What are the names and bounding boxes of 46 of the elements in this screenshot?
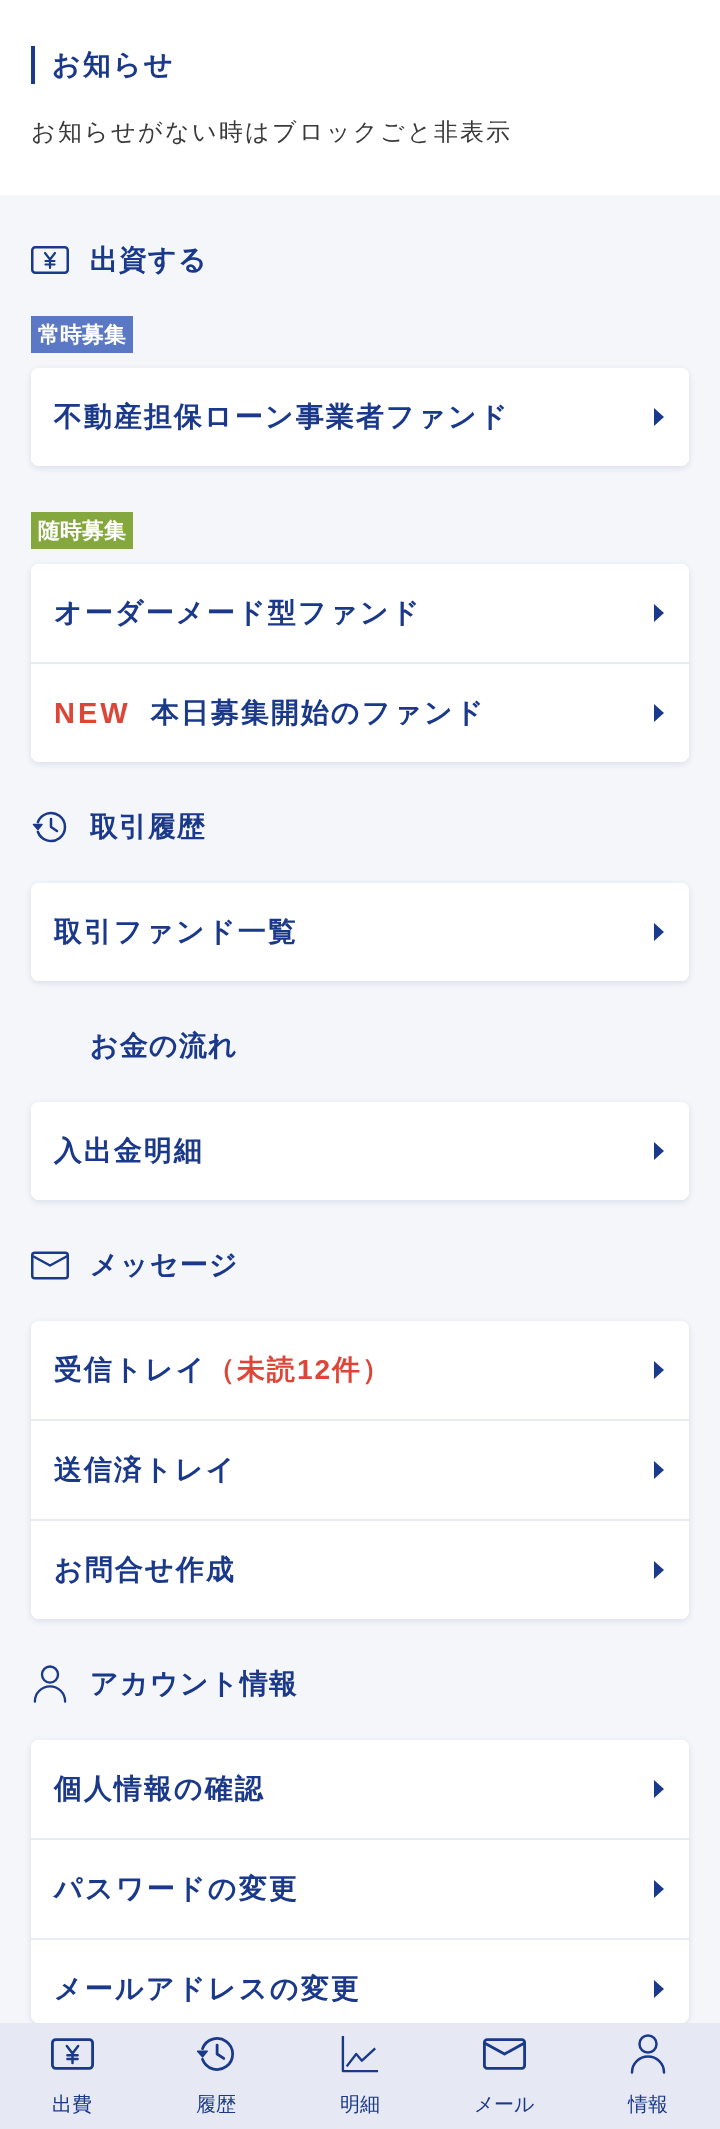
caret-icon	[654, 1880, 664, 1898]
caret-icon	[654, 704, 664, 722]
person-icon	[630, 2034, 666, 2074]
caret-icon	[654, 1980, 664, 1998]
clock-icon	[31, 809, 69, 845]
menu-item[interactable]: お問合せ作成	[31, 1519, 689, 1619]
menu-item[interactable]: 取引ファンド一覧	[31, 883, 689, 981]
nav-tab[interactable]: 明細	[288, 2023, 432, 2129]
menu-item[interactable]: 入出金明細	[31, 1102, 689, 1200]
nav-tab[interactable]: 出費	[0, 2023, 144, 2129]
nav-tab[interactable]: 履歴	[144, 2023, 288, 2129]
menu-item[interactable]: 送信済トレイ	[31, 1419, 689, 1519]
section-title: 取引履歴	[90, 810, 206, 844]
caret-icon	[654, 1461, 664, 1479]
notice-text: お知らせがない時はブロックごと非表示	[31, 117, 513, 147]
section-title: メッセージ	[90, 1248, 239, 1282]
caret-icon	[654, 1780, 664, 1798]
caret-icon	[654, 1361, 664, 1379]
section-title: アカウント情報	[90, 1667, 298, 1701]
menu-item[interactable]: オーダーメード型ファンド	[31, 564, 689, 662]
menu-item[interactable]: メールアドレスの変更	[31, 1938, 689, 2023]
notice-title: お知らせ	[31, 46, 689, 84]
nav-tab[interactable]: 情報	[576, 2023, 720, 2129]
caret-icon	[654, 923, 664, 941]
caret-icon	[654, 604, 664, 622]
section-title: お金の流れ	[90, 1029, 238, 1063]
menu-item[interactable]: NEW 本日募集開始のファンド	[31, 662, 689, 762]
menu-item[interactable]: 受信トレイ（未読12件）	[31, 1321, 689, 1419]
caret-icon	[654, 1561, 664, 1579]
yen-note-icon	[50, 2038, 94, 2070]
nav-tab[interactable]: メール	[432, 2023, 576, 2129]
menu-item[interactable]: 不動産担保ローン事業者ファンド	[31, 368, 689, 466]
new-label: NEW	[54, 696, 131, 731]
envelope-icon	[482, 2038, 526, 2070]
section-title: 出資する	[90, 243, 208, 277]
caret-icon	[654, 408, 664, 426]
category-badge: 常時募集	[31, 316, 133, 353]
yen-note-icon	[31, 246, 69, 274]
unread-count: （未読12件）	[207, 1353, 393, 1387]
caret-icon	[654, 1142, 664, 1160]
person-icon	[33, 1665, 67, 1703]
category-badge: 随時募集	[31, 512, 133, 549]
line-chart-icon	[341, 2035, 379, 2073]
menu-item[interactable]: 個人情報の確認	[31, 1740, 689, 1838]
envelope-icon	[31, 1250, 69, 1280]
menu-item[interactable]: パスワードの変更	[31, 1838, 689, 1938]
